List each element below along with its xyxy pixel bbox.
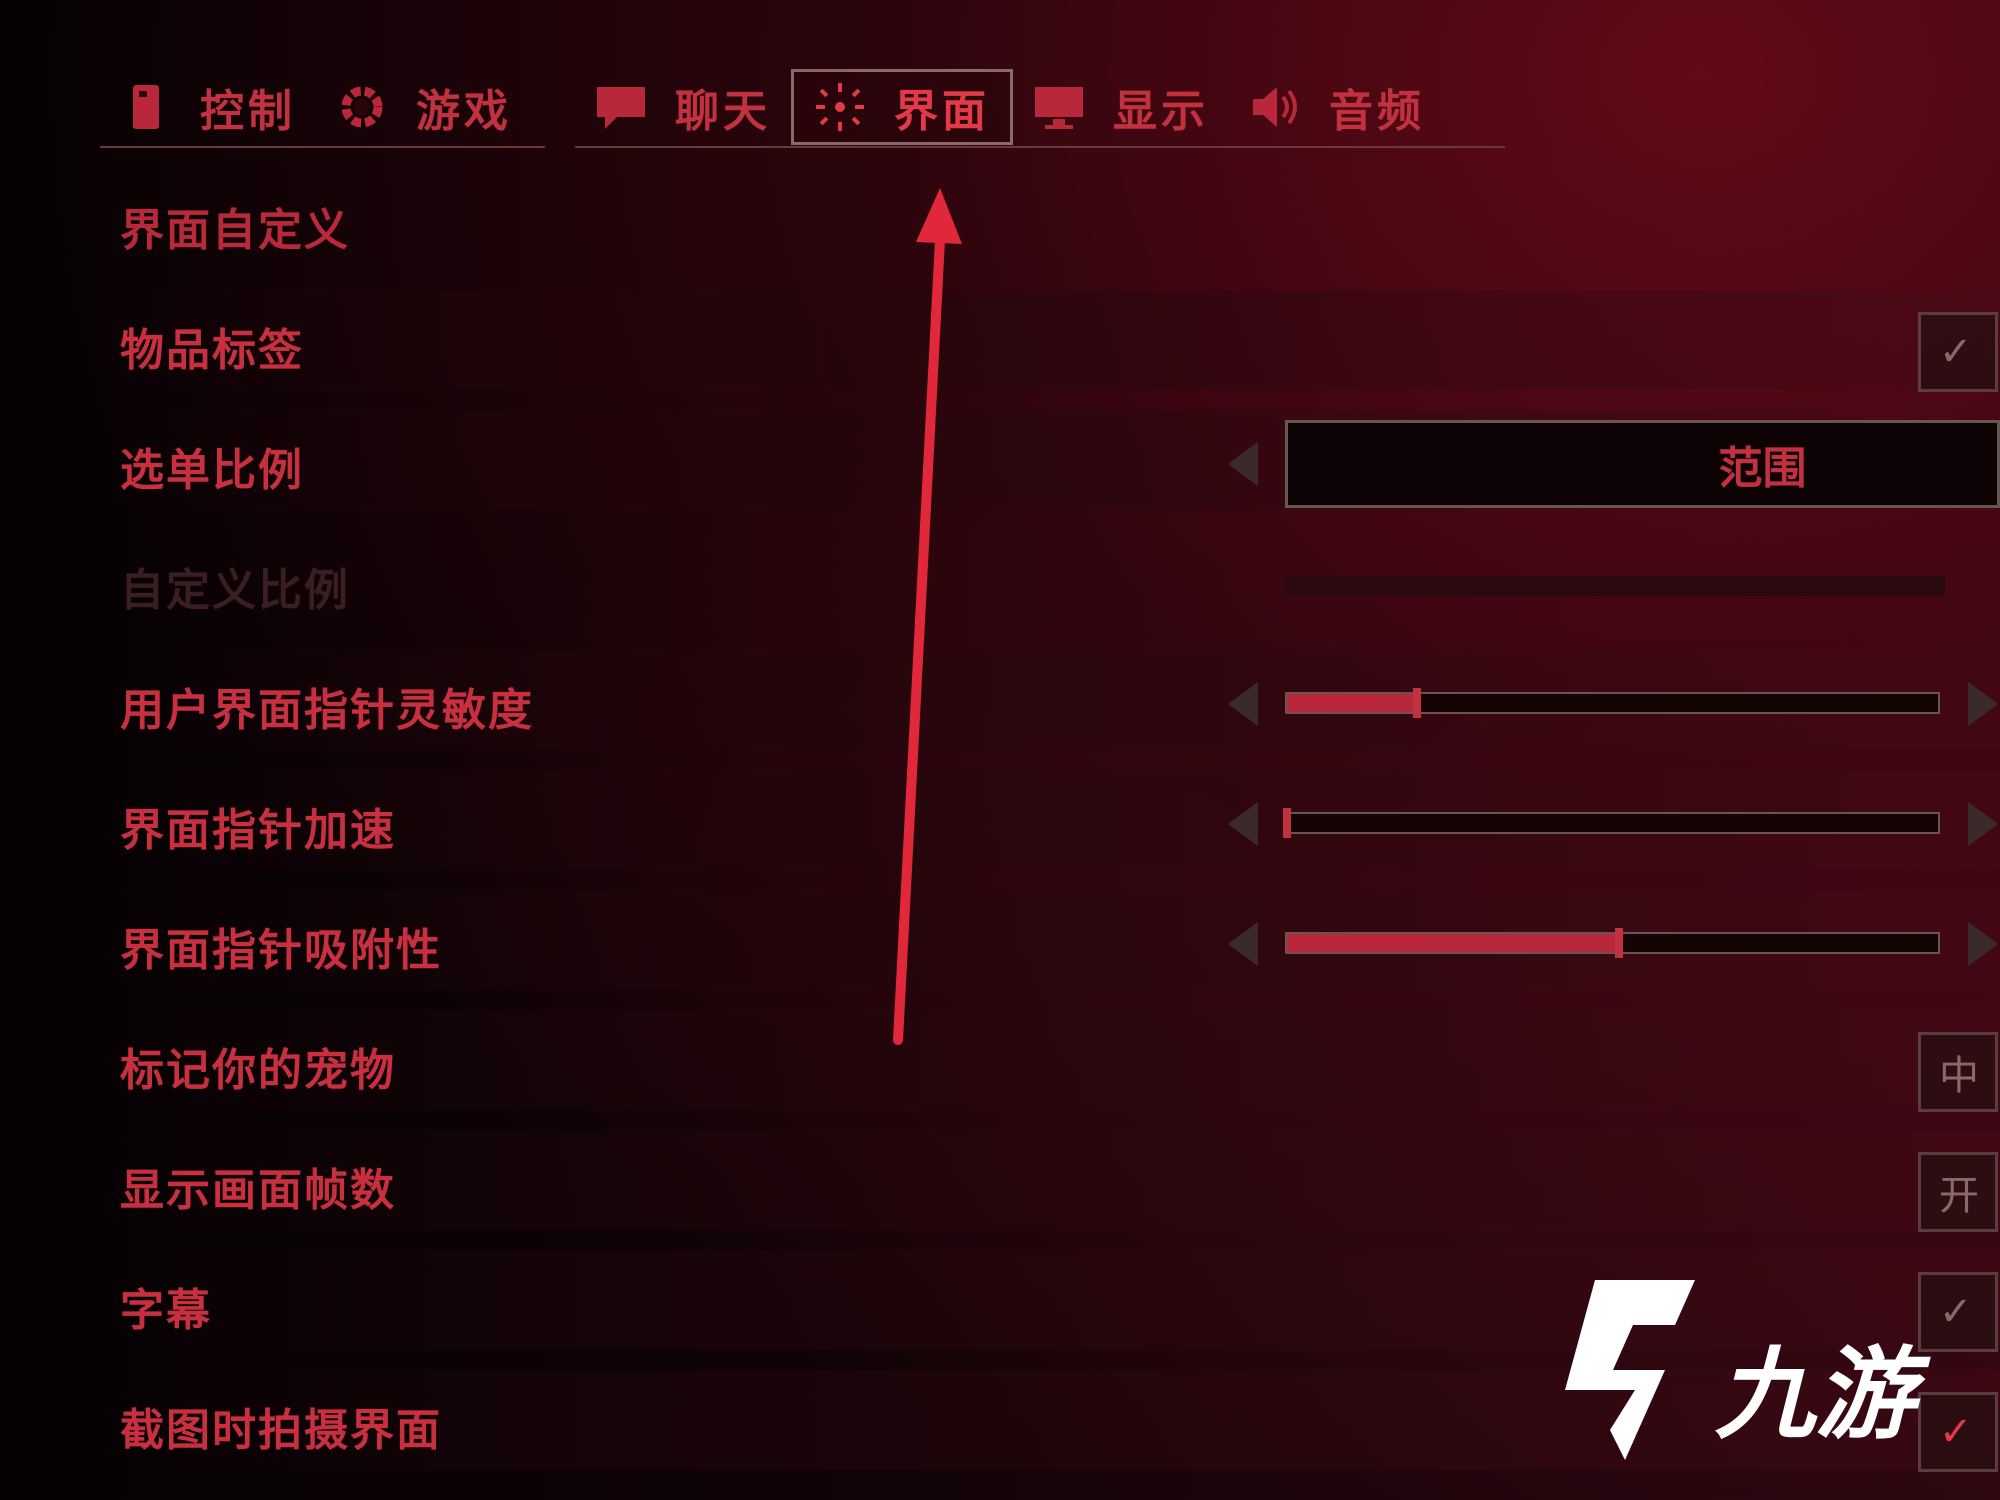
watermark-text: 九游 bbox=[1715, 1335, 1915, 1453]
tab-group-right: 聊天 界面 显示 音频 bbox=[575, 68, 1505, 148]
tab-label: 界面 bbox=[894, 86, 990, 137]
setting-label: 字幕 bbox=[120, 1285, 212, 1336]
setting-label: 物品标签 bbox=[120, 325, 304, 376]
setting-label: 截图时拍摄界面 bbox=[120, 1405, 442, 1456]
setting-row-show-frames[interactable]: 显示画面帧数 开 bbox=[0, 1120, 2000, 1240]
pointer-sensitivity-slider[interactable] bbox=[1285, 688, 1940, 718]
monitor-icon bbox=[1033, 81, 1085, 133]
tab-audio[interactable]: 音频 bbox=[1229, 69, 1445, 145]
setting-row-item-labels[interactable]: 物品标签 ✓ bbox=[0, 280, 2000, 400]
slider-thumb[interactable] bbox=[1615, 928, 1623, 958]
section-title: 界面自定义 bbox=[120, 205, 350, 256]
checkmark-icon: ✓ bbox=[1939, 1289, 1973, 1335]
sun-icon bbox=[814, 81, 866, 133]
slider-fill bbox=[1287, 934, 1619, 952]
pointer-acceleration-slider[interactable] bbox=[1283, 808, 1940, 838]
tab-label: 音频 bbox=[1329, 86, 1425, 137]
slider-left-arrow-icon[interactable] bbox=[1228, 922, 1258, 966]
setting-row-pointer-acceleration[interactable]: 界面指针加速 bbox=[0, 760, 2000, 880]
custom-scale-slider-disabled bbox=[1285, 576, 1945, 596]
section-header: 界面自定义 bbox=[0, 160, 2000, 280]
setting-row-mark-pets[interactable]: 标记你的宠物 中 bbox=[0, 1000, 2000, 1120]
selector-value: 开 bbox=[1939, 1173, 1979, 1219]
slider-right-arrow-icon[interactable] bbox=[1968, 802, 1998, 846]
tab-label: 游戏 bbox=[416, 86, 512, 137]
gear-icon bbox=[336, 81, 388, 133]
slider-fill bbox=[1287, 694, 1418, 712]
slider-right-arrow-icon[interactable] bbox=[1968, 682, 1998, 726]
watermark-logo-icon bbox=[1565, 1280, 1695, 1460]
tab-interface[interactable]: 界面 bbox=[791, 69, 1013, 145]
setting-label: 界面指针加速 bbox=[120, 805, 396, 856]
subtitles-checkbox[interactable]: ✓ bbox=[1918, 1272, 1998, 1352]
row-background bbox=[100, 290, 2000, 390]
tab-label: 聊天 bbox=[675, 86, 771, 137]
controller-icon bbox=[120, 81, 172, 133]
setting-label: 选单比例 bbox=[120, 445, 304, 496]
slider-thumb[interactable] bbox=[1283, 808, 1291, 838]
slider-right-arrow-icon[interactable] bbox=[1968, 922, 1998, 966]
item-labels-checkbox[interactable]: ✓ bbox=[1918, 312, 1998, 392]
show-frames-selector[interactable]: 开 bbox=[1918, 1152, 1998, 1232]
menu-scale-selector[interactable]: 范围 bbox=[1285, 420, 2000, 508]
chat-bubble-icon bbox=[595, 81, 647, 133]
setting-label: 用户界面指针灵敏度 bbox=[120, 685, 534, 736]
tab-chat[interactable]: 聊天 bbox=[575, 69, 791, 145]
tab-display[interactable]: 显示 bbox=[1013, 69, 1229, 145]
tab-label: 显示 bbox=[1113, 86, 1209, 137]
setting-row-pointer-stickiness[interactable]: 界面指针吸附性 bbox=[0, 880, 2000, 1000]
setting-row-menu-scale[interactable]: 选单比例 范围 bbox=[0, 400, 2000, 520]
mark-pets-selector[interactable]: 中 bbox=[1918, 1032, 1998, 1112]
setting-label: 显示画面帧数 bbox=[120, 1165, 396, 1216]
setting-row-pointer-sensitivity[interactable]: 用户界面指针灵敏度 bbox=[0, 640, 2000, 760]
capture-ui-checkbox[interactable]: ✓ bbox=[1918, 1392, 1998, 1472]
speaker-icon bbox=[1249, 81, 1301, 133]
tab-controls[interactable]: 控制 bbox=[100, 69, 316, 145]
watermark: 九游 bbox=[1555, 1270, 1915, 1470]
checkmark-icon: ✓ bbox=[1939, 1409, 1973, 1455]
tab-game[interactable]: 游戏 bbox=[316, 69, 532, 145]
setting-label: 界面指针吸附性 bbox=[120, 925, 442, 976]
selector-value: 中 bbox=[1939, 1053, 1979, 1099]
tab-label: 控制 bbox=[200, 86, 296, 137]
slider-thumb[interactable] bbox=[1413, 688, 1422, 718]
menu-scale-prev-arrow-icon[interactable] bbox=[1228, 442, 1258, 486]
settings-screen: 控制 游戏 聊天 界面 显示 音频 界面自定义 物品标签 ✓ 选单比例 范围 自… bbox=[0, 0, 2000, 1500]
selector-value: 范围 bbox=[1718, 443, 1807, 494]
setting-label: 标记你的宠物 bbox=[120, 1045, 396, 1096]
slider-left-arrow-icon[interactable] bbox=[1228, 682, 1258, 726]
slider-left-arrow-icon[interactable] bbox=[1228, 802, 1258, 846]
setting-row-custom-scale: 自定义比例 bbox=[0, 520, 2000, 640]
pointer-stickiness-slider[interactable] bbox=[1285, 928, 1940, 958]
checkmark-icon: ✓ bbox=[1939, 329, 1973, 375]
tab-group-left: 控制 游戏 bbox=[100, 68, 545, 148]
setting-label: 自定义比例 bbox=[120, 565, 350, 616]
